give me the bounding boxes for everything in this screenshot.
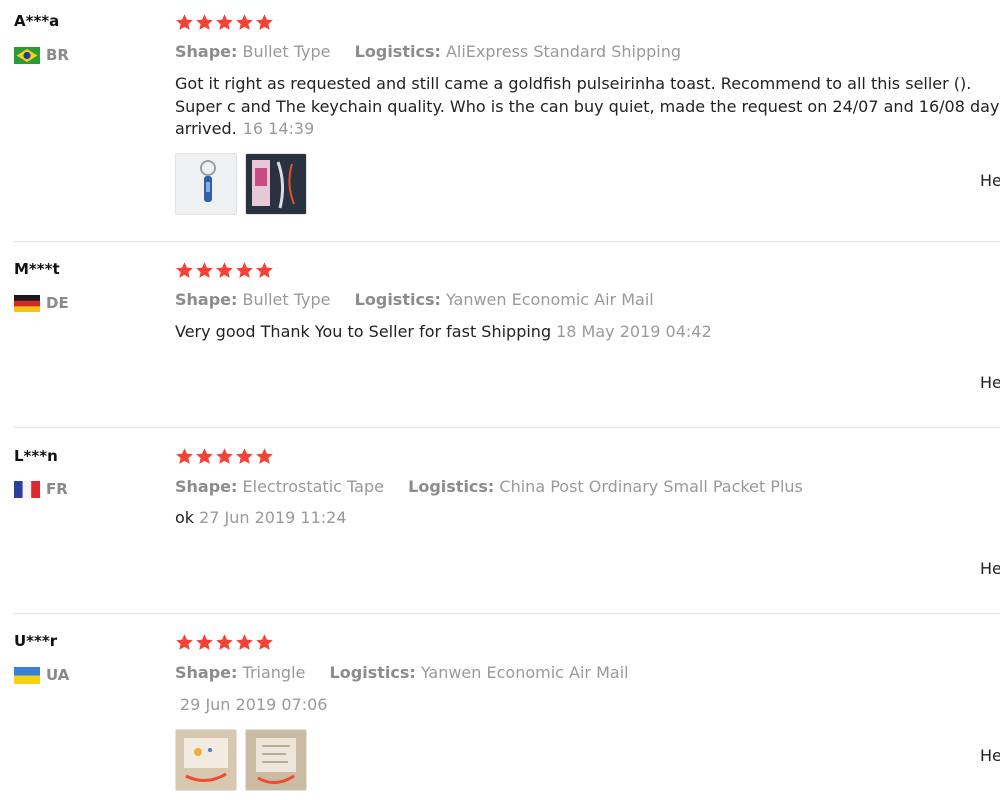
reviewer-country: UA — [14, 666, 69, 684]
brazil-flag-icon — [14, 46, 40, 64]
review-date: 27 Jun 2019 11:24 — [199, 508, 347, 527]
star-icon — [236, 262, 253, 278]
review-attributes: Shape: Bullet Type Logistics: AliExpress… — [175, 42, 682, 61]
star-icon — [236, 634, 253, 650]
rating-stars — [175, 13, 274, 32]
rating-stars — [175, 447, 274, 466]
rating-stars — [175, 261, 274, 280]
reviewer-name: U***r — [14, 632, 58, 650]
review-date: 18 May 2019 04:42 — [556, 322, 712, 341]
review-photo-thumbnail[interactable] — [175, 729, 237, 791]
reviewer-country: FR — [14, 480, 68, 498]
ukraine-flag-icon — [14, 666, 40, 684]
review-divider — [13, 241, 1000, 242]
logistics-value: China Post Ordinary Small Packet Plus — [499, 477, 803, 496]
france-flag-icon — [14, 480, 40, 498]
review-photo-thumbnail[interactable] — [245, 153, 307, 215]
review-text: Got it right as requested and still came… — [175, 74, 1000, 138]
rating-stars — [175, 633, 274, 652]
keychain-photo-icon — [176, 154, 236, 214]
reviewer-name: A***a — [14, 12, 60, 30]
star-icon — [176, 634, 193, 650]
star-icon — [196, 262, 213, 278]
review-text: Very good Thank You to Seller for fast S… — [175, 322, 712, 341]
star-icon — [176, 262, 193, 278]
reviewer-name: L***n — [14, 447, 58, 465]
review-attributes: Shape: Electrostatic Tape Logistics: Chi… — [175, 477, 803, 496]
review-attributes: Shape: Bullet Type Logistics: Yanwen Eco… — [175, 290, 654, 309]
star-icon — [256, 262, 273, 278]
helpful-button[interactable]: He — [980, 373, 1000, 392]
star-icon — [256, 14, 273, 30]
star-icon — [196, 448, 213, 464]
review-date: 16 14:39 — [242, 119, 315, 138]
reviewer-country: DE — [14, 294, 69, 312]
star-icon — [196, 634, 213, 650]
star-icon — [236, 14, 253, 30]
helpful-button[interactable]: He — [980, 746, 1000, 765]
shape-value: Electrostatic Tape — [242, 477, 384, 496]
review-divider — [13, 427, 1000, 428]
helpful-button[interactable]: He — [980, 171, 1000, 190]
review-photo-thumbnail[interactable] — [175, 153, 237, 215]
review-attributes: Shape: Triangle Logistics: Yanwen Econom… — [175, 663, 629, 682]
reviewer-country: BR — [14, 46, 69, 64]
shape-value: Triangle — [242, 663, 306, 682]
review-photos — [175, 729, 307, 791]
logistics-value: Yanwen Economic Air Mail — [445, 290, 654, 309]
star-icon — [216, 634, 233, 650]
review-date: 29 Jun 2019 07:06 — [180, 695, 328, 714]
star-icon — [176, 14, 193, 30]
star-icon — [176, 448, 193, 464]
package-photo-icon — [246, 154, 306, 214]
star-icon — [236, 448, 253, 464]
helpful-button[interactable]: He — [980, 559, 1000, 578]
review-text: ok 27 Jun 2019 11:24 — [175, 508, 347, 527]
logistics-value: AliExpress Standard Shipping — [445, 42, 682, 61]
star-icon — [216, 14, 233, 30]
review-photo-thumbnail[interactable] — [245, 729, 307, 791]
review-photos — [175, 153, 307, 215]
product-photo-icon — [176, 730, 236, 790]
review-text: 29 Jun 2019 07:06 — [175, 694, 1000, 717]
star-icon — [196, 14, 213, 30]
shape-value: Bullet Type — [242, 42, 331, 61]
review-divider — [13, 613, 1000, 614]
germany-flag-icon — [14, 294, 40, 312]
star-icon — [256, 634, 273, 650]
logistics-value: Yanwen Economic Air Mail — [420, 663, 629, 682]
star-icon — [216, 448, 233, 464]
shape-value: Bullet Type — [242, 290, 331, 309]
star-icon — [216, 262, 233, 278]
reviewer-name: M***t — [14, 260, 60, 278]
star-icon — [256, 448, 273, 464]
product-photo-icon — [246, 730, 306, 790]
